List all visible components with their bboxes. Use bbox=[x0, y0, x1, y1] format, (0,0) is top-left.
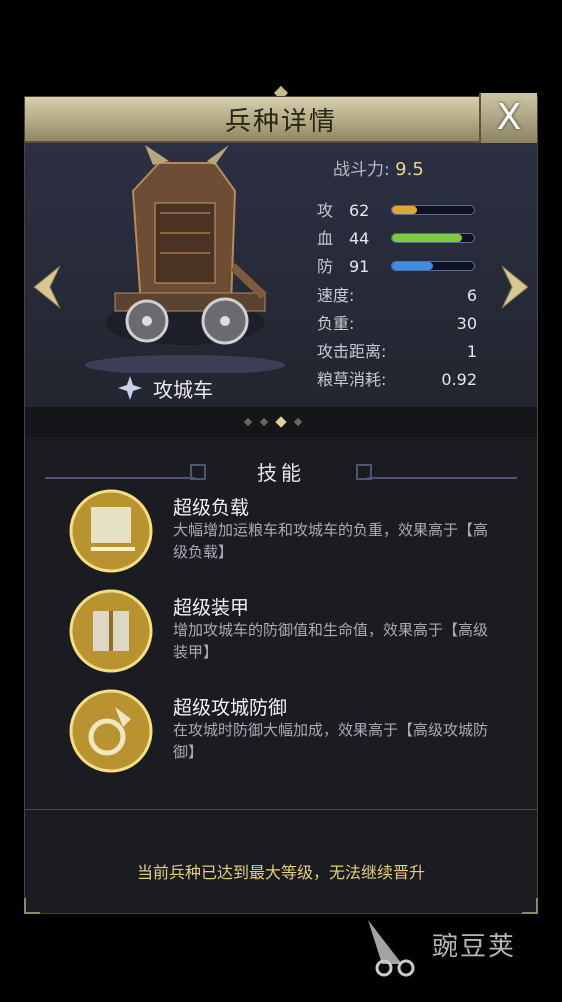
skill-name: 超级负载 bbox=[173, 497, 250, 519]
prop-value: 0.92 bbox=[441, 370, 477, 389]
skill-description: 增加攻城车的防御值和生命值，效果高于【高级装甲】 bbox=[173, 621, 489, 661]
max-level-message: 当前兵种已达到最大等级，无法继续晋升 bbox=[136, 863, 425, 882]
skill-description: 在攻城时防御大幅加成，效果高于【高级攻城防御】 bbox=[173, 721, 489, 761]
skill-description: 大幅增加运粮车和攻城车的负重，效果高于【高级负载】 bbox=[173, 521, 489, 561]
prop-speed: 速度: 6 bbox=[317, 283, 477, 309]
stat-bar-fill bbox=[392, 206, 417, 214]
page-indicator bbox=[25, 407, 537, 437]
prop-value: 30 bbox=[456, 314, 477, 333]
stat-label: 攻 bbox=[317, 201, 334, 220]
siege-defense-icon bbox=[69, 689, 153, 773]
stat-bar bbox=[391, 205, 475, 215]
prop-range: 攻击距离: 1 bbox=[317, 339, 477, 365]
combat-power-label: 战斗力: bbox=[333, 160, 390, 180]
combat-power: 战斗力: 9.5 bbox=[333, 155, 424, 180]
page-dot-active[interactable] bbox=[275, 416, 287, 428]
unit-detail-panel: 兵种详情 X 攻城车 战斗力: 9.5 攻 62 血 44 防 91 速度: 6… bbox=[24, 93, 538, 914]
stat-bar bbox=[391, 261, 475, 271]
stat-value: 91 bbox=[349, 257, 370, 276]
stat-attack: 攻 62 bbox=[317, 199, 477, 223]
page-dot[interactable] bbox=[243, 417, 253, 427]
unit-name-row: 攻城车 bbox=[117, 371, 213, 405]
stat-health: 血 44 bbox=[317, 227, 477, 251]
prop-value: 1 bbox=[466, 342, 477, 361]
stat-defense: 防 91 bbox=[317, 255, 477, 279]
rank-star-icon bbox=[118, 376, 142, 400]
prev-unit-arrow-icon[interactable] bbox=[32, 264, 62, 310]
title-bar: 兵种详情 X bbox=[25, 93, 537, 143]
combat-power-value: 9.5 bbox=[395, 159, 424, 180]
unit-hero-section: 攻城车 战斗力: 9.5 攻 62 血 44 防 91 速度: 6 负重: 30 bbox=[25, 143, 537, 407]
stat-label: 血 bbox=[317, 229, 334, 248]
skill-item[interactable]: 超级装甲 增加攻城车的防御值和生命值，效果高于【高级装甲】 bbox=[69, 589, 489, 679]
stat-label: 防 bbox=[317, 257, 334, 276]
page-dot[interactable] bbox=[293, 417, 303, 427]
close-icon: X bbox=[496, 97, 522, 138]
prop-food-cost: 粮草消耗: 0.92 bbox=[317, 367, 477, 393]
skills-heading: 技能 bbox=[257, 461, 305, 485]
stat-value: 44 bbox=[349, 229, 370, 248]
prop-value: 6 bbox=[466, 286, 477, 305]
skill-item[interactable]: 超级攻城防御 在攻城时防御大幅加成，效果高于【高级攻城防御】 bbox=[69, 689, 489, 779]
stat-bar-fill bbox=[392, 262, 433, 270]
prop-label: 粮草消耗: bbox=[317, 370, 387, 389]
skill-name: 超级攻城防御 bbox=[173, 697, 288, 719]
close-button[interactable]: X bbox=[479, 93, 537, 143]
unit-name: 攻城车 bbox=[153, 377, 213, 402]
stat-value: 62 bbox=[349, 201, 370, 220]
watermark-text: 豌豆荚 bbox=[432, 932, 517, 962]
prop-label: 速度: bbox=[317, 286, 355, 305]
page-dot[interactable] bbox=[259, 417, 269, 427]
stat-bar-fill bbox=[392, 234, 462, 242]
armor-icon bbox=[69, 589, 153, 673]
footer-divider bbox=[25, 809, 537, 810]
skill-item[interactable]: 超级负载 大幅增加运粮车和攻城车的负重，效果高于【高级负载】 bbox=[69, 489, 489, 579]
prop-label: 负重: bbox=[317, 314, 355, 333]
heavy-load-icon bbox=[69, 489, 153, 573]
siege-engine-image bbox=[85, 145, 285, 373]
corner-ornament bbox=[24, 898, 40, 914]
skill-name: 超级装甲 bbox=[173, 597, 250, 619]
stat-bar bbox=[391, 233, 475, 243]
prop-capacity: 负重: 30 bbox=[317, 311, 477, 337]
prop-label: 攻击距离: bbox=[317, 342, 387, 361]
next-unit-arrow-icon[interactable] bbox=[500, 264, 530, 310]
corner-ornament bbox=[522, 898, 538, 914]
page-title: 兵种详情 bbox=[224, 107, 337, 137]
